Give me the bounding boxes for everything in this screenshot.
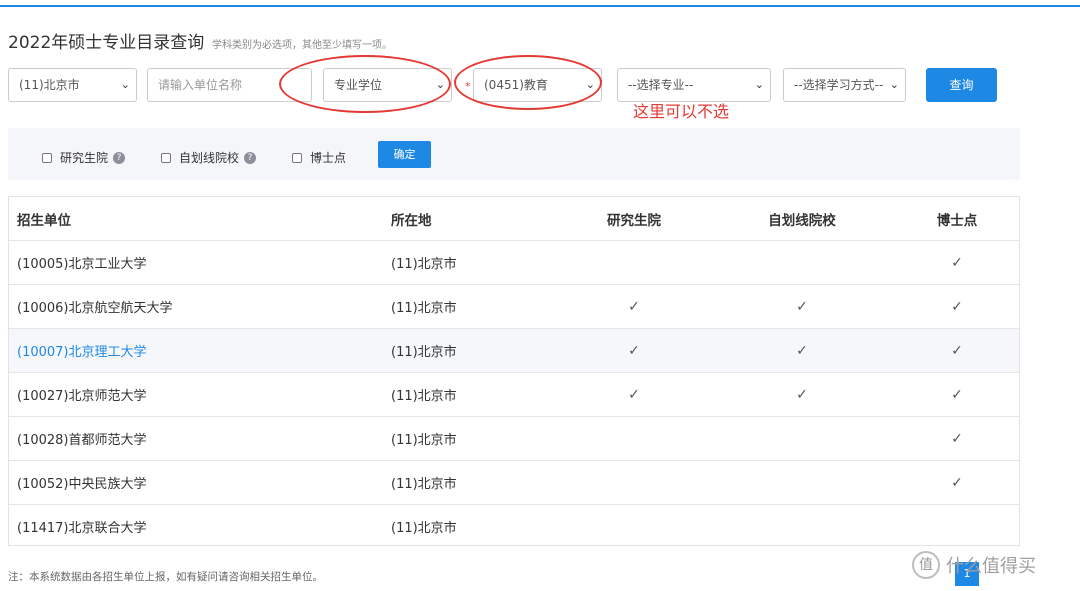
location-cell: (11)北京市: [391, 521, 457, 536]
graduate-school-checkbox[interactable]: 研究生院 ?: [42, 149, 126, 166]
doctoral-cell: ✓: [887, 461, 1027, 504]
doctoral-cell: ✓: [887, 285, 1027, 328]
checkbox-box[interactable]: [161, 152, 171, 163]
study-mode-select[interactable]: --选择学习方式-- ⌄: [783, 68, 906, 102]
location-cell: (11)北京市: [391, 433, 457, 448]
major-select-value: --选择专业--: [628, 78, 694, 92]
header-unit: 招生单位: [17, 212, 71, 229]
check-icon: ✓: [796, 342, 808, 359]
self-line-cell: [732, 461, 872, 504]
table-row[interactable]: (11417)北京联合大学 (11)北京市: [9, 504, 1019, 548]
graduate-school-cell: ✓: [564, 285, 704, 328]
province-select[interactable]: (11)北京市 ⌄: [8, 68, 137, 102]
confirm-button[interactable]: 确定: [378, 141, 431, 168]
self-line-cell: ✓: [732, 329, 872, 372]
self-line-cell: [732, 505, 872, 548]
header-self-line: 自划线院校: [768, 212, 836, 229]
province-select-value: (11)北京市: [19, 78, 80, 92]
watermark-icon: 值: [912, 551, 940, 579]
self-line-cell: ✓: [732, 373, 872, 416]
check-icon: ✓: [796, 386, 808, 403]
check-icon: ✓: [628, 342, 640, 359]
self-line-cell: [732, 241, 872, 284]
options-bar: [8, 128, 1020, 180]
table-header: 招生单位 所在地 研究生院 自划线院校 博士点: [9, 197, 1019, 240]
header-location: 所在地: [391, 212, 432, 229]
checkbox-box[interactable]: [42, 152, 52, 163]
self-line-cell: [732, 417, 872, 460]
chevron-down-icon: ⌄: [754, 78, 764, 91]
graduate-school-cell: ✓: [564, 373, 704, 416]
major-select[interactable]: --选择专业-- ⌄: [617, 68, 771, 102]
page-hint: 学科类别为必选项，其他至少填写一项。: [212, 40, 392, 51]
footer-note: 注：本系统数据由各招生单位上报，如有疑问请咨询相关招生单位。: [8, 571, 323, 583]
unit-name-link[interactable]: (10005)北京工业大学: [17, 241, 147, 284]
annotation-text: 这里可以不选: [633, 102, 730, 121]
location-cell: (11)北京市: [391, 477, 457, 492]
study-mode-select-value: --选择学习方式--: [794, 78, 884, 92]
check-icon: ✓: [951, 342, 963, 359]
chevron-down-icon: ⌄: [120, 78, 130, 91]
location-cell: (11)北京市: [391, 345, 457, 360]
check-icon: ✓: [951, 474, 963, 491]
page-title: 2022年硕士专业目录查询: [8, 33, 205, 53]
location-cell: (11)北京市: [391, 257, 457, 272]
table-row[interactable]: (10028)首都师范大学 (11)北京市 ✓: [9, 416, 1019, 460]
check-icon: ✓: [951, 430, 963, 447]
query-button[interactable]: 查询: [926, 68, 997, 102]
doctoral-cell: ✓: [887, 417, 1027, 460]
doctoral-cell: ✓: [887, 373, 1027, 416]
unit-name-link[interactable]: (11417)北京联合大学: [17, 505, 147, 548]
graduate-school-cell: [564, 241, 704, 284]
check-icon: ✓: [796, 298, 808, 315]
annotation-ellipse-degree: [279, 55, 451, 113]
top-accent-line: [0, 5, 1080, 7]
doctoral-checkbox[interactable]: 博士点: [292, 149, 346, 166]
header-graduate-school: 研究生院: [607, 212, 661, 229]
table-row[interactable]: (10006)北京航空航天大学 (11)北京市 ✓ ✓ ✓: [9, 284, 1019, 328]
graduate-school-cell: [564, 417, 704, 460]
doctoral-cell: [887, 505, 1027, 548]
checkbox-box[interactable]: [292, 152, 302, 163]
help-icon[interactable]: ?: [244, 151, 257, 164]
location-cell: (11)北京市: [391, 301, 457, 316]
unit-name-link[interactable]: (10006)北京航空航天大学: [17, 285, 173, 328]
unit-name-link[interactable]: (10027)北京师范大学: [17, 373, 147, 416]
check-icon: ✓: [628, 386, 640, 403]
unit-name-link[interactable]: (10052)中央民族大学: [17, 461, 147, 504]
help-icon[interactable]: ?: [113, 151, 126, 164]
results-table: 招生单位 所在地 研究生院 自划线院校 博士点 (10005)北京工业大学 (11…: [8, 196, 1020, 546]
table-row[interactable]: (10052)中央民族大学 (11)北京市 ✓: [9, 460, 1019, 504]
watermark-text: 什么值得买: [946, 556, 1036, 577]
unit-name-link[interactable]: (10028)首都师范大学: [17, 417, 147, 460]
graduate-school-label: 研究生院: [60, 151, 109, 165]
unit-name-link[interactable]: (10007)北京理工大学: [17, 329, 147, 372]
self-line-label: 自划线院校: [179, 151, 240, 165]
graduate-school-cell: [564, 505, 704, 548]
table-row[interactable]: (10005)北京工业大学 (11)北京市 ✓: [9, 240, 1019, 284]
self-line-checkbox[interactable]: 自划线院校 ?: [161, 149, 257, 166]
chevron-down-icon: ⌄: [889, 78, 899, 91]
table-row[interactable]: (10027)北京师范大学 (11)北京市 ✓ ✓ ✓: [9, 372, 1019, 416]
self-line-cell: ✓: [732, 285, 872, 328]
check-icon: ✓: [951, 298, 963, 315]
graduate-school-cell: [564, 461, 704, 504]
doctoral-cell: ✓: [887, 329, 1027, 372]
check-icon: ✓: [628, 298, 640, 315]
doctoral-cell: ✓: [887, 241, 1027, 284]
table-row[interactable]: (10007)北京理工大学 (11)北京市 ✓ ✓ ✓: [9, 328, 1019, 372]
graduate-school-cell: ✓: [564, 329, 704, 372]
location-cell: (11)北京市: [391, 389, 457, 404]
check-icon: ✓: [951, 386, 963, 403]
watermark-logo: 值 什么值得买: [912, 548, 1072, 582]
annotation-ellipse-discipline: [454, 55, 602, 110]
doctoral-label: 博士点: [310, 151, 347, 165]
header-doctoral: 博士点: [936, 212, 978, 229]
check-icon: ✓: [951, 254, 963, 271]
